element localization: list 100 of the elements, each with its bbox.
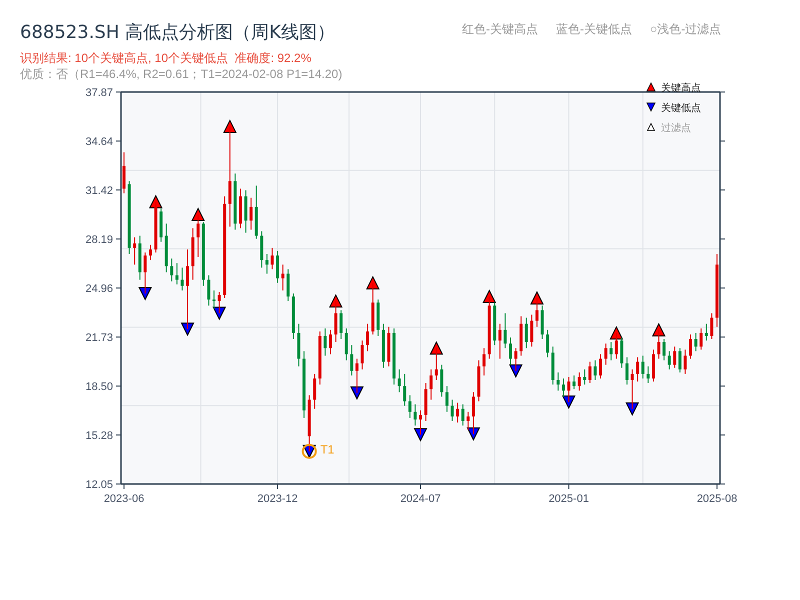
- legend-label: 过滤点: [661, 123, 691, 134]
- candle: [594, 360, 597, 380]
- candle: [371, 282, 374, 335]
- y-tick-label: 31.42: [85, 184, 113, 197]
- candle: [382, 323, 385, 368]
- candle: [551, 346, 554, 386]
- candle: [546, 329, 550, 358]
- candle: [148, 244, 152, 261]
- candle: [180, 267, 184, 291]
- candle: [614, 332, 618, 360]
- candle: [562, 378, 565, 398]
- candle: [445, 386, 448, 412]
- x-tick-label: 2025-01: [548, 493, 589, 505]
- candle: [668, 350, 671, 370]
- candle: [694, 332, 698, 352]
- candle: [498, 323, 502, 360]
- candle: [244, 190, 248, 234]
- candle: [392, 328, 396, 386]
- x-tick-label: 2023-06: [104, 493, 144, 505]
- candle: [355, 358, 358, 394]
- candle: [254, 185, 258, 240]
- candle: [138, 235, 142, 280]
- candle: [604, 343, 608, 366]
- candle: [556, 372, 560, 392]
- candle: [700, 328, 703, 350]
- legend-label: 关键低点: [661, 103, 701, 114]
- candle: [292, 292, 295, 340]
- candle: [652, 349, 655, 382]
- candle: [302, 350, 306, 418]
- candle: [133, 236, 136, 266]
- candle: [477, 360, 480, 402]
- y-tick-label: 37.87: [85, 87, 113, 99]
- candle: [350, 344, 354, 376]
- candle: [196, 214, 200, 258]
- candle: [630, 368, 634, 410]
- candle: [398, 368, 401, 393]
- candle: [567, 376, 570, 403]
- candle: [164, 223, 168, 273]
- x-tick-label: 2023-12: [257, 493, 298, 505]
- candle: [329, 329, 332, 355]
- candle: [520, 316, 523, 356]
- candle: [636, 356, 640, 382]
- candle: [270, 247, 274, 270]
- candle: [238, 188, 242, 229]
- candle: [678, 348, 682, 373]
- candle: [218, 291, 221, 314]
- candle: [514, 348, 518, 372]
- triangle-outline-icon: [646, 122, 656, 131]
- candle: [318, 330, 322, 386]
- y-tick-label: 21.73: [85, 332, 113, 344]
- y-tick-label: 28.19: [85, 234, 113, 246]
- candle: [535, 298, 538, 328]
- candle: [466, 411, 470, 431]
- candle: [234, 173, 237, 230]
- x-tick-label: 2024-07: [400, 493, 441, 505]
- candle: [673, 346, 676, 368]
- candle: [472, 392, 475, 434]
- candle: [170, 258, 174, 282]
- candle: [324, 328, 327, 356]
- candle: [344, 328, 348, 361]
- candle: [250, 197, 253, 230]
- quality-note: 优质：否（R1=46.4%, R2=0.61；T1=2024-02-08 P1=14.20): [20, 66, 342, 82]
- candle: [297, 323, 300, 367]
- candle: [122, 152, 126, 194]
- candle: [191, 228, 194, 280]
- candle: [530, 314, 534, 348]
- candle: [620, 337, 624, 368]
- color-note: 蓝色-关键低点: [556, 21, 632, 38]
- candle: [578, 372, 581, 392]
- candle: [488, 296, 491, 360]
- color-note: 红色-关键高点: [462, 21, 538, 38]
- candle: [202, 222, 205, 286]
- candle: [414, 404, 417, 426]
- candle: [684, 349, 687, 374]
- candle: [265, 254, 268, 274]
- color-note: ○浅色-过滤点: [650, 21, 722, 38]
- y-tick-label: 15.28: [85, 430, 113, 442]
- candle: [440, 364, 444, 398]
- candle: [710, 312, 714, 340]
- y-tick-label: 18.50: [85, 381, 113, 394]
- candle: [376, 299, 380, 336]
- candle: [175, 262, 178, 285]
- candle: [286, 268, 290, 302]
- candle: [599, 354, 602, 379]
- candle: [387, 326, 390, 367]
- chart-title: 688523.SH 高低点分析图（周K线图）: [20, 21, 335, 45]
- candle: [540, 305, 544, 340]
- x-tick-label: 2025-08: [696, 493, 738, 505]
- candle: [524, 317, 528, 349]
- candle: [704, 323, 708, 342]
- candle: [276, 250, 280, 284]
- candle: [403, 373, 406, 406]
- candle: [334, 300, 338, 343]
- candle: [260, 230, 264, 268]
- legend-label: 关键高点: [661, 83, 701, 94]
- candle: [482, 348, 486, 376]
- y-tick-label: 24.96: [85, 283, 113, 295]
- candle: [430, 368, 433, 400]
- candle: [450, 399, 454, 422]
- candle: [434, 348, 438, 380]
